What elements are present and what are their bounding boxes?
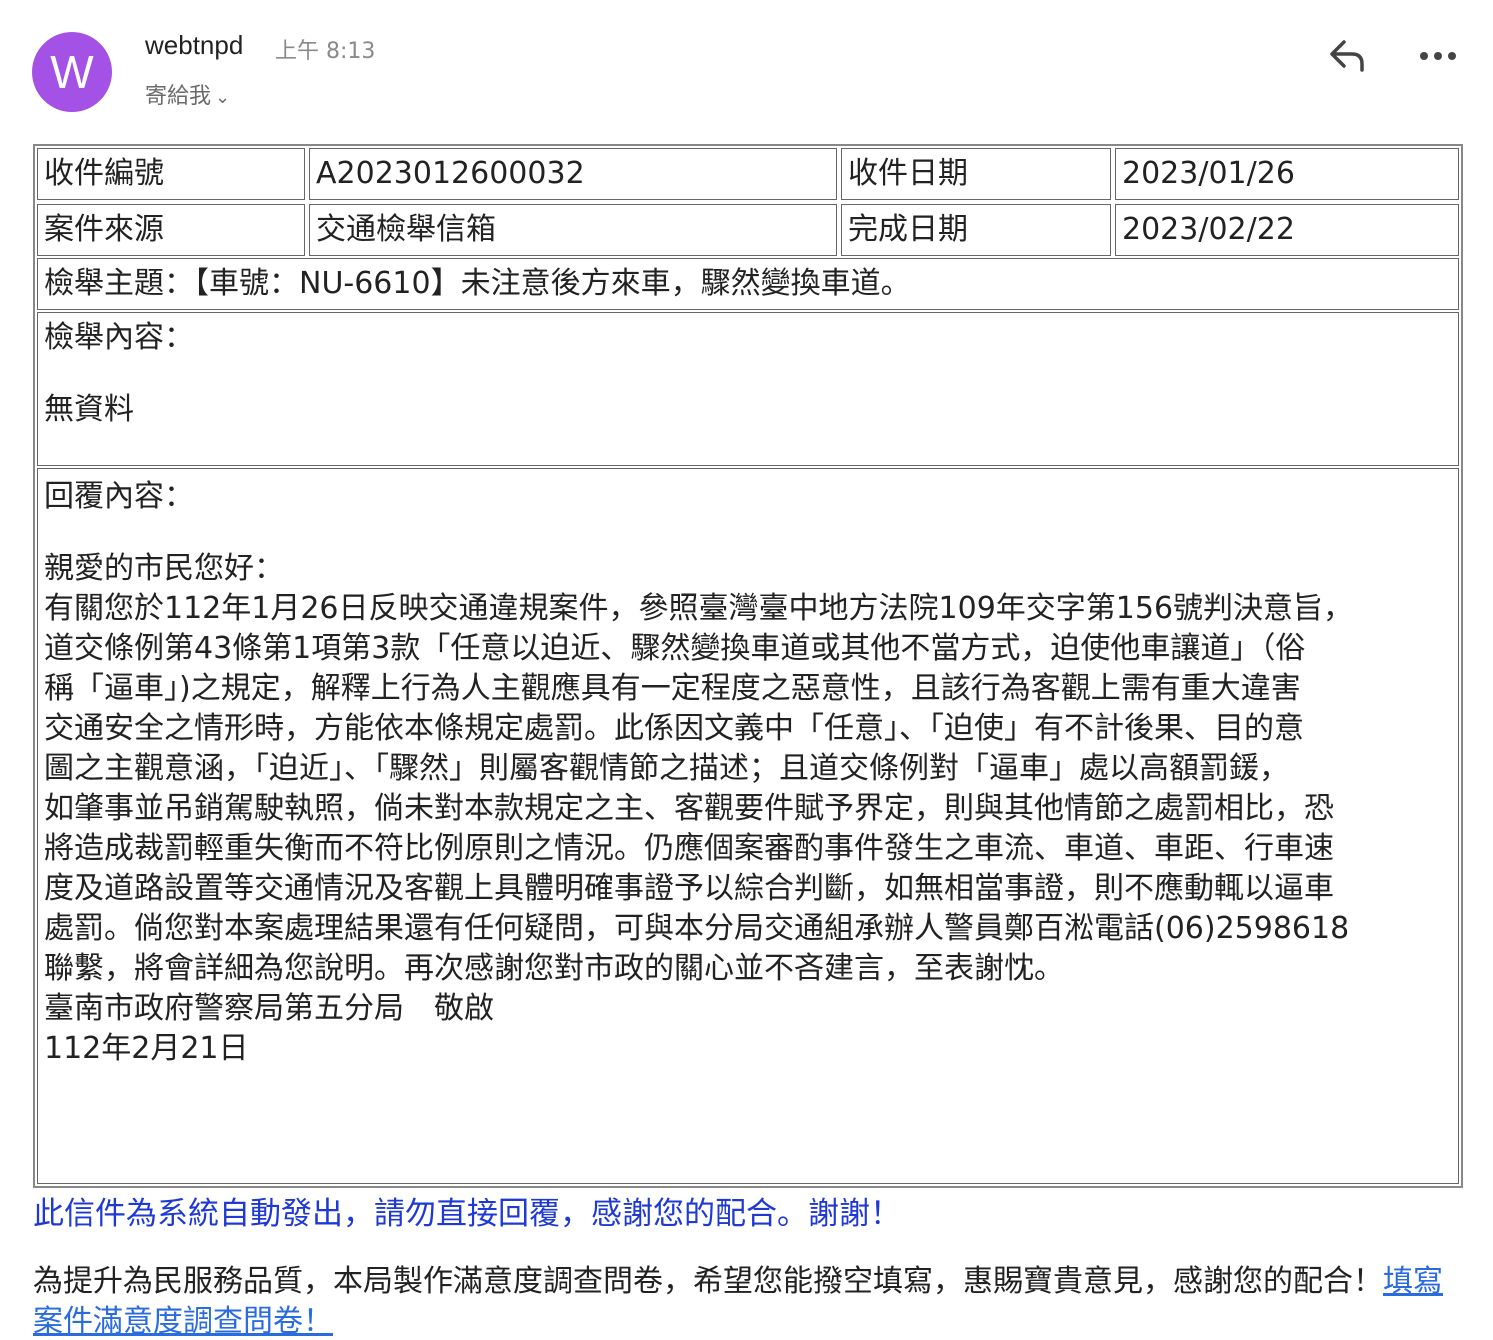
- reply-line: 度及道路設置等交通情況及客觀上具體明確事證予以綜合判斷，如無相當事證，則不應動輒…: [44, 871, 1334, 906]
- email-time: 上午 8:13: [275, 39, 376, 64]
- reply-line: 圖之主觀意涵，「迫近」、「驟然」則屬客觀情節之描述；且道交條例對「逼車」處以高額…: [44, 751, 1289, 786]
- more-options-icon[interactable]: [1416, 38, 1460, 74]
- reply-content-cell: 回覆內容： 親愛的市民您好： 有關您於112年1月26日反映交通違規案件，參照臺…: [37, 468, 1459, 1184]
- table-row: 案件來源 交通檢舉信箱 完成日期 2023/02/22: [37, 204, 1459, 256]
- completed-date-label: 完成日期: [841, 204, 1111, 256]
- case-no-value: A2023012600032: [309, 148, 837, 200]
- email-header: W webtnpd 上午 8:13 寄給我 ⌄: [0, 0, 1493, 130]
- received-date-label: 收件日期: [841, 148, 1111, 200]
- table-row: 檢舉主題：【車號：NU-6610】未注意後方來車，驟然變換車道。: [37, 258, 1459, 310]
- reply-line: 如肇事並吊銷駕駛執照，倘未對本款規定之主、客觀要件賦予界定，則與其他情節之處罰相…: [44, 791, 1334, 826]
- reply-date: 112年2月21日: [44, 1031, 249, 1066]
- report-content-cell: 檢舉內容： 無資料: [37, 312, 1459, 466]
- case-table: 收件編號 A2023012600032 收件日期 2023/01/26 案件來源…: [33, 144, 1463, 1188]
- reply-label: 回覆內容：: [44, 479, 194, 514]
- survey-text: 為提升為民服務品質，本局製作滿意度調查問卷，希望您能撥空填寫，惠賜寶貴意見，感謝…: [33, 1264, 1383, 1299]
- reply-line: 處罰。倘您對本案處理結果還有任何疑問，可與本分局交通組承辦人警員鄭百淞電話(06…: [44, 911, 1350, 946]
- recipient-label: 寄給我: [145, 84, 212, 109]
- recipient-toggle[interactable]: 寄給我 ⌄: [145, 78, 230, 110]
- report-subject: 檢舉主題：【車號：NU-6610】未注意後方來車，驟然變換車道。: [37, 258, 1459, 310]
- received-date-value: 2023/01/26: [1115, 148, 1459, 200]
- reply-line: 將造成裁罰輕重失衡而不符比例原則之情況。仍應個案審酌事件發生之車流、車道、車距、…: [44, 831, 1334, 866]
- reply-body: 親愛的市民您好： 有關您於112年1月26日反映交通違規案件，參照臺灣臺中地方法…: [44, 549, 1458, 1069]
- completed-date-value: 2023/02/22: [1115, 204, 1459, 256]
- chevron-down-icon[interactable]: ⌄: [215, 87, 230, 108]
- reply-line: 道交條例第43條第1項第3款「任意以迫近、驟然變換車道或其他不當方式，迫使他車讓…: [44, 631, 1306, 666]
- source-value: 交通檢舉信箱: [309, 204, 837, 256]
- table-row: 收件編號 A2023012600032 收件日期 2023/01/26: [37, 148, 1459, 200]
- sender-name[interactable]: webtnpd: [145, 30, 243, 61]
- reply-line: 稱「逼車」)之規定，解釋上行為人主觀應具有一定程度之惡意性，且該行為客觀上需有重…: [44, 671, 1301, 706]
- reply-icon[interactable]: [1326, 36, 1370, 76]
- source-label: 案件來源: [37, 204, 305, 256]
- content-label: 檢舉內容：: [44, 320, 194, 355]
- content-value: 無資料: [44, 392, 134, 427]
- sender-avatar[interactable]: W: [32, 32, 112, 112]
- reply-line: 聯繫，將會詳細為您說明。再次感謝您對市政的關心並不吝建言，至表謝忱。: [44, 951, 1064, 986]
- table-row: 回覆內容： 親愛的市民您好： 有關您於112年1月26日反映交通違規案件，參照臺…: [37, 468, 1459, 1184]
- case-no-label: 收件編號: [37, 148, 305, 200]
- auto-notice: 此信件為系統自動發出，請勿直接回覆，感謝您的配合。謝謝！: [33, 1196, 901, 1232]
- table-row: 檢舉內容： 無資料: [37, 312, 1459, 466]
- reply-line: 交通安全之情形時，方能依本條規定處罰。此係因文義中「任意」、「迫使」有不計後果、…: [44, 711, 1304, 746]
- reply-line: 有關您於112年1月26日反映交通違規案件，參照臺灣臺中地方法院109年交字第1…: [44, 591, 1354, 626]
- reply-greeting: 親愛的市民您好：: [44, 551, 284, 586]
- reply-signature: 臺南市政府警察局第五分局 敬啟: [44, 991, 494, 1026]
- survey-paragraph: 為提升為民服務品質，本局製作滿意度調查問卷，希望您能撥空填寫，惠賜寶貴意見，感謝…: [33, 1262, 1453, 1340]
